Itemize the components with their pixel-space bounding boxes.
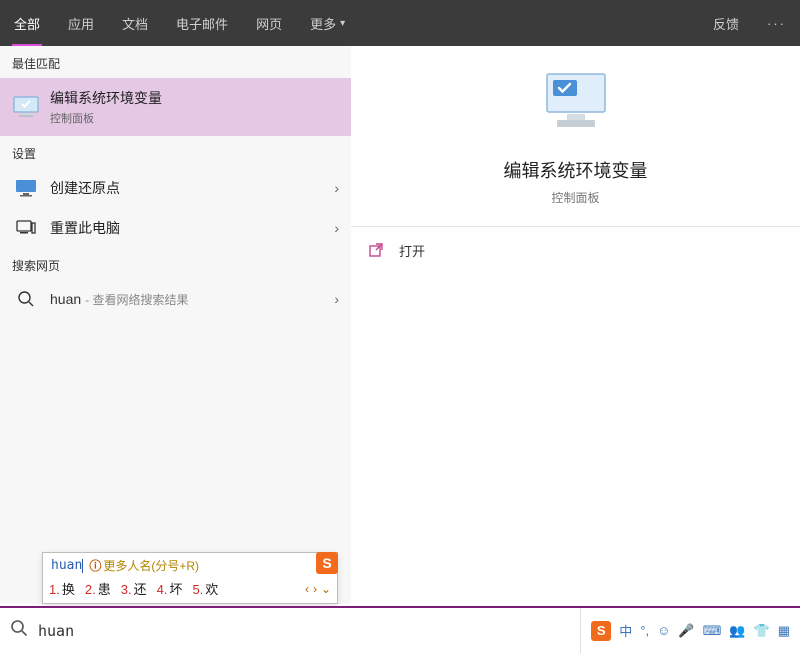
web-search-hint: - 查看网络搜索结果: [85, 291, 188, 308]
keyboard-icon[interactable]: ⌨: [703, 623, 722, 639]
ime-candidate[interactable]: 3.还: [121, 579, 147, 598]
monitor-icon: [12, 179, 40, 197]
tab-email[interactable]: 电子邮件: [162, 0, 242, 46]
result-best-match[interactable]: 编辑系统环境变量 控制面板: [0, 78, 351, 136]
ime-next-page[interactable]: ›: [313, 582, 317, 596]
search-icon: [12, 290, 40, 308]
tab-docs[interactable]: 文档: [108, 0, 162, 46]
tab-more[interactable]: 更多▾: [296, 0, 359, 46]
pc-reset-icon: [12, 219, 40, 237]
chevron-right-icon: ›: [326, 220, 339, 236]
results-panel: 最佳匹配 编辑系统环境变量 控制面板 设置 创建还原点 ›: [0, 46, 351, 604]
open-icon: [369, 243, 385, 259]
emoji-icon[interactable]: ☺: [657, 623, 670, 638]
result-title: 创建还原点: [50, 178, 326, 198]
web-search-term: huan: [50, 291, 81, 307]
monitor-check-icon: [12, 96, 40, 118]
monitor-check-large-icon: [539, 70, 613, 136]
more-options-button[interactable]: ···: [753, 0, 800, 46]
ime-hint: ⓘ更多人名(分号+R): [89, 557, 199, 574]
result-reset-pc[interactable]: 重置此电脑 ›: [0, 208, 351, 248]
search-box: [0, 608, 581, 653]
mic-icon[interactable]: 🎤: [678, 623, 694, 639]
ime-candidate[interactable]: 2.患: [85, 579, 111, 598]
tab-apps[interactable]: 应用: [54, 0, 108, 46]
result-restore-point[interactable]: 创建还原点 ›: [0, 168, 351, 208]
search-tabbar: 全部 应用 文档 电子邮件 网页 更多▾ 反馈 ···: [0, 0, 800, 46]
preview-panel: 编辑系统环境变量 控制面板 打开: [351, 46, 800, 604]
open-label: 打开: [399, 241, 425, 260]
result-title: 编辑系统环境变量: [50, 88, 339, 108]
tab-all[interactable]: 全部: [0, 0, 54, 46]
users-icon[interactable]: 👥: [729, 623, 745, 639]
sogou-logo-icon: S: [316, 552, 338, 574]
search-icon: [10, 619, 28, 642]
ime-expand[interactable]: ⌄: [321, 582, 331, 596]
chevron-right-icon: ›: [326, 291, 339, 307]
ime-candidate-popup: S huan ⓘ更多人名(分号+R) 1.换 2.患 3.还 4.坏 5.欢 ‹…: [42, 552, 338, 604]
ime-candidates-row: 1.换 2.患 3.还 4.坏 5.欢 ‹ › ⌄: [43, 576, 337, 603]
preview-subtitle: 控制面板: [351, 189, 800, 206]
ime-lang-toggle[interactable]: 中: [619, 621, 632, 640]
skin-icon[interactable]: 👕: [754, 623, 770, 639]
feedback-button[interactable]: 反馈: [699, 0, 753, 46]
result-title: 重置此电脑: [50, 218, 326, 238]
toolbox-icon[interactable]: ▦: [778, 623, 790, 639]
preview-title: 编辑系统环境变量: [351, 157, 800, 183]
ime-candidate[interactable]: 5.欢: [192, 579, 218, 598]
ime-candidate[interactable]: 1.换: [49, 579, 75, 598]
section-best-match: 最佳匹配: [0, 46, 351, 78]
bottom-bar: S 中 °, ☺ 🎤 ⌨ 👥 👕 ▦: [0, 606, 800, 653]
search-main: 最佳匹配 编辑系统环境变量 控制面板 设置 创建还原点 ›: [0, 46, 800, 604]
sogou-tray-icon[interactable]: S: [591, 621, 611, 641]
result-subtitle: 控制面板: [50, 110, 339, 126]
ime-punct-toggle[interactable]: °,: [640, 623, 649, 638]
ime-tray: S 中 °, ☺ 🎤 ⌨ 👥 👕 ▦: [581, 608, 800, 653]
section-settings: 设置: [0, 136, 351, 168]
ime-prev-page[interactable]: ‹: [305, 582, 309, 596]
chevron-right-icon: ›: [326, 180, 339, 196]
ime-composition: huan: [51, 558, 82, 573]
result-web-search[interactable]: huan - 查看网络搜索结果 ›: [0, 280, 351, 318]
tab-web[interactable]: 网页: [242, 0, 296, 46]
search-input[interactable]: [38, 622, 570, 640]
ime-candidate[interactable]: 4.坏: [157, 579, 183, 598]
section-web: 搜索网页: [0, 248, 351, 280]
open-action[interactable]: 打开: [351, 227, 800, 274]
